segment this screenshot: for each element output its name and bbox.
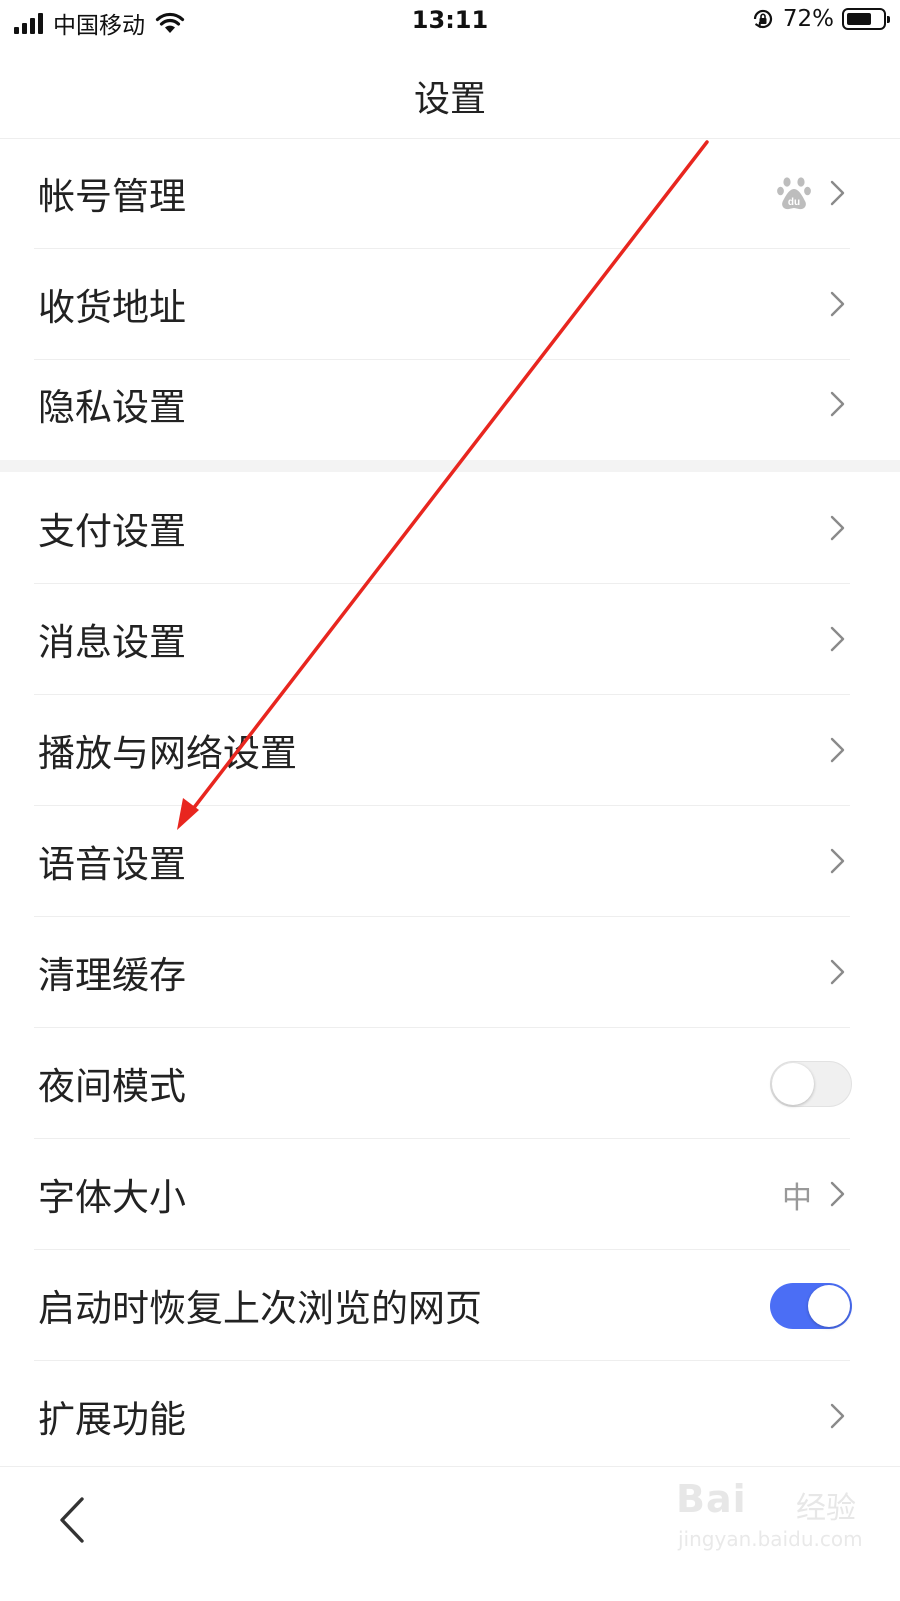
- chevron-right-icon: [830, 626, 845, 652]
- settings-item-label: 字体大小: [38, 1176, 186, 1219]
- chevron-right-icon: [830, 180, 845, 206]
- status-right: 72%: [751, 6, 890, 32]
- toggle-knob: [772, 1063, 814, 1105]
- settings-item-label: 启动时恢复上次浏览的网页: [38, 1287, 482, 1330]
- settings-item-font-size[interactable]: 字体大小 中: [0, 1139, 900, 1250]
- watermark: Bai 经验 jingyan.baidu.com: [676, 1477, 876, 1557]
- settings-item-account[interactable]: 帐号管理 du: [0, 138, 900, 249]
- chevron-right-icon: [830, 737, 845, 763]
- settings-item-label: 帐号管理: [38, 175, 186, 218]
- chevron-right-icon: [830, 291, 845, 317]
- svg-text:du: du: [788, 197, 800, 208]
- chevron-right-icon: [830, 1181, 845, 1207]
- settings-item-label: 消息设置: [38, 621, 186, 664]
- page-title: 设置: [413, 79, 486, 120]
- battery-icon: [842, 8, 890, 30]
- battery-percent: 72%: [782, 6, 834, 32]
- section-separator: [0, 460, 900, 472]
- settings-item-label: 收货地址: [38, 286, 186, 329]
- settings-item-playback-network[interactable]: 播放与网络设置: [0, 695, 900, 806]
- settings-item-payment[interactable]: 支付设置: [0, 473, 900, 584]
- settings-item-label: 语音设置: [38, 843, 186, 886]
- settings-item-voice[interactable]: 语音设置: [0, 806, 900, 917]
- settings-item-label: 夜间模式: [38, 1065, 186, 1108]
- settings-item-address[interactable]: 收货地址: [0, 249, 900, 360]
- settings-item-restore-pages: 启动时恢复上次浏览的网页: [0, 1250, 900, 1361]
- settings-item-night-mode: 夜间模式: [0, 1028, 900, 1139]
- chevron-right-icon: [830, 391, 845, 417]
- status-bar: 中国移动 13:11 72%: [0, 0, 900, 46]
- bottom-toolbar: Bai 经验 jingyan.baidu.com: [0, 1466, 900, 1601]
- chevron-left-icon[interactable]: [52, 1495, 98, 1545]
- night-mode-toggle[interactable]: [770, 1061, 852, 1107]
- settings-item-label: 隐私设置: [38, 386, 186, 429]
- settings-item-clear-cache[interactable]: 清理缓存: [0, 917, 900, 1028]
- watermark-brand-cn: 经验: [796, 1491, 856, 1526]
- nav-bar: 设置: [0, 46, 900, 139]
- settings-item-label: 扩展功能: [38, 1398, 186, 1441]
- settings-item-privacy[interactable]: 隐私设置: [0, 349, 900, 460]
- restore-pages-toggle[interactable]: [770, 1283, 852, 1329]
- settings-item-label: 支付设置: [38, 510, 186, 553]
- settings-item-label: 播放与网络设置: [38, 732, 297, 775]
- chevron-right-icon: [830, 848, 845, 874]
- font-size-value: 中: [782, 1181, 812, 1216]
- chevron-right-icon: [830, 959, 845, 985]
- settings-item-extensions[interactable]: 扩展功能: [0, 1361, 900, 1472]
- chevron-right-icon: [830, 515, 845, 541]
- rotation-lock-icon: [753, 9, 772, 29]
- watermark-url: jingyan.baidu.com: [678, 1527, 863, 1551]
- settings-item-message[interactable]: 消息设置: [0, 584, 900, 695]
- watermark-brand: Bai: [676, 1477, 747, 1521]
- toggle-knob: [808, 1285, 850, 1327]
- settings-item-label: 清理缓存: [38, 954, 186, 997]
- baidu-paw-icon: du: [777, 177, 811, 210]
- chevron-right-icon: [830, 1403, 845, 1429]
